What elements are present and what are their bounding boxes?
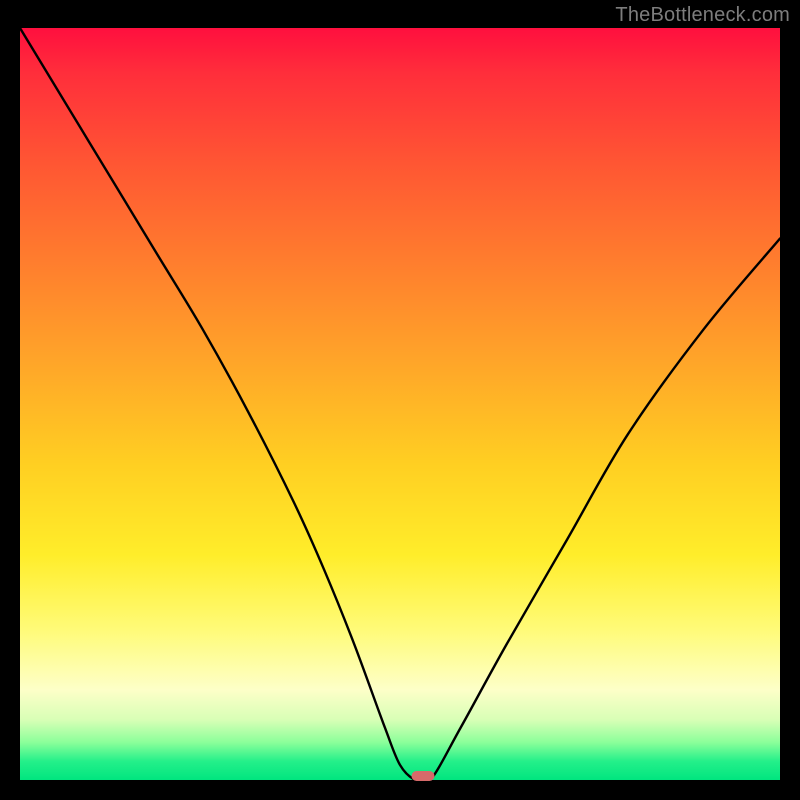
plot-area [20, 28, 780, 780]
bottleneck-curve [20, 28, 780, 780]
bottleneck-curve-path [20, 28, 780, 780]
chart-stage: TheBottleneck.com [0, 0, 800, 800]
watermark-text: TheBottleneck.com [615, 4, 790, 27]
minimum-marker-icon [411, 771, 434, 781]
